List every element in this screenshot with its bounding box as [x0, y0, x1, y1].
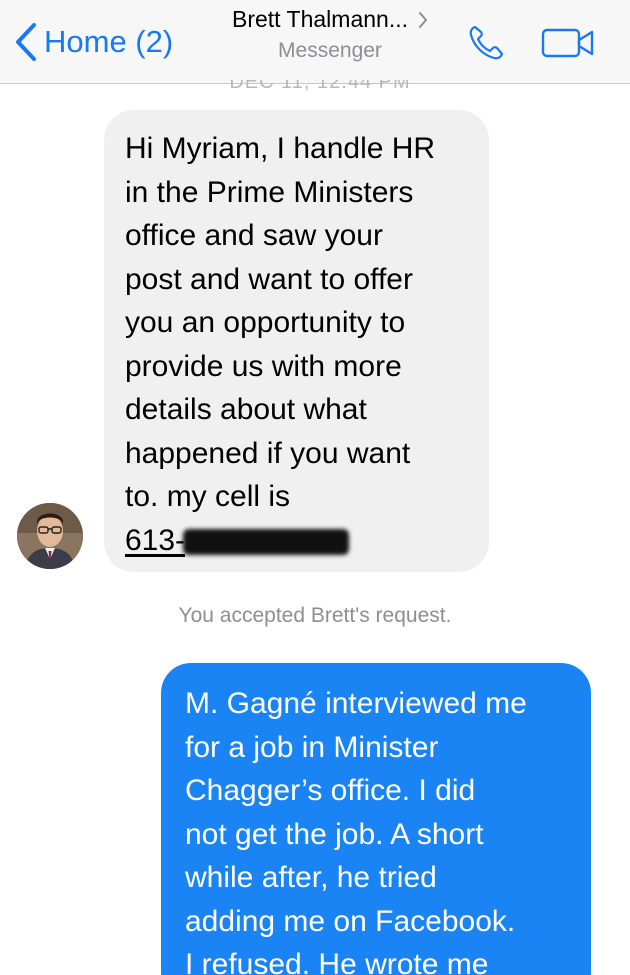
message-line: to. my cell is — [125, 480, 291, 513]
video-call-icon[interactable] — [540, 26, 596, 60]
message-line: M. Gagné interviewed me — [185, 687, 527, 720]
outgoing-message-bubble[interactable]: M. Gagné interviewed me for a job in Min… — [161, 663, 591, 975]
phone-call-icon[interactable] — [466, 23, 506, 63]
message-line: for a job in Minister — [185, 730, 439, 764]
phone-number-prefix: 613- — [125, 523, 186, 557]
message-line: details about what — [125, 393, 367, 426]
chevron-right-icon — [419, 11, 427, 28]
phone-number-link[interactable]: 613- — [125, 519, 469, 563]
message-line: in the Prime Ministers — [125, 175, 414, 209]
request-accepted-notice: You accepted Brett's request. — [178, 604, 452, 627]
back-button-label: Home (2) — [44, 24, 174, 59]
contact-avatar[interactable] — [17, 503, 83, 569]
message-line: Hi Myriam, I handle HR — [125, 132, 436, 165]
message-line: not get the job. A short — [185, 817, 484, 851]
message-line: happened if you want — [125, 436, 411, 470]
message-line: Chagger’s office. I did — [185, 774, 476, 807]
back-button[interactable]: Home (2) — [14, 20, 173, 64]
redacted-phone-number — [183, 529, 350, 556]
message-timestamp: DEC 11, 12:44 PM — [229, 80, 411, 93]
message-line: provide us with more — [125, 349, 402, 383]
chevron-left-icon — [16, 23, 36, 61]
contact-name: Brett Thalmann... — [232, 6, 408, 32]
message-line: you an opportunity to — [125, 306, 406, 339]
message-line: adding me on Facebook. — [185, 904, 516, 938]
navigation-bar: Home (2) Brett Thalmann... Messenger — [0, 0, 630, 84]
message-line: post and want to offer — [125, 262, 413, 296]
conversation-subtitle: Messenger — [278, 39, 382, 62]
message-line: office and saw your — [125, 219, 383, 252]
incoming-message-bubble[interactable]: Hi Myriam, I handle HR in the Prime Mini… — [104, 110, 489, 572]
avatar-photo — [17, 503, 83, 569]
conversation-header[interactable]: Brett Thalmann... Messenger — [200, 6, 460, 63]
message-line: I refused. He wrote me — [185, 948, 489, 975]
message-line: while after, he tried — [185, 861, 437, 894]
